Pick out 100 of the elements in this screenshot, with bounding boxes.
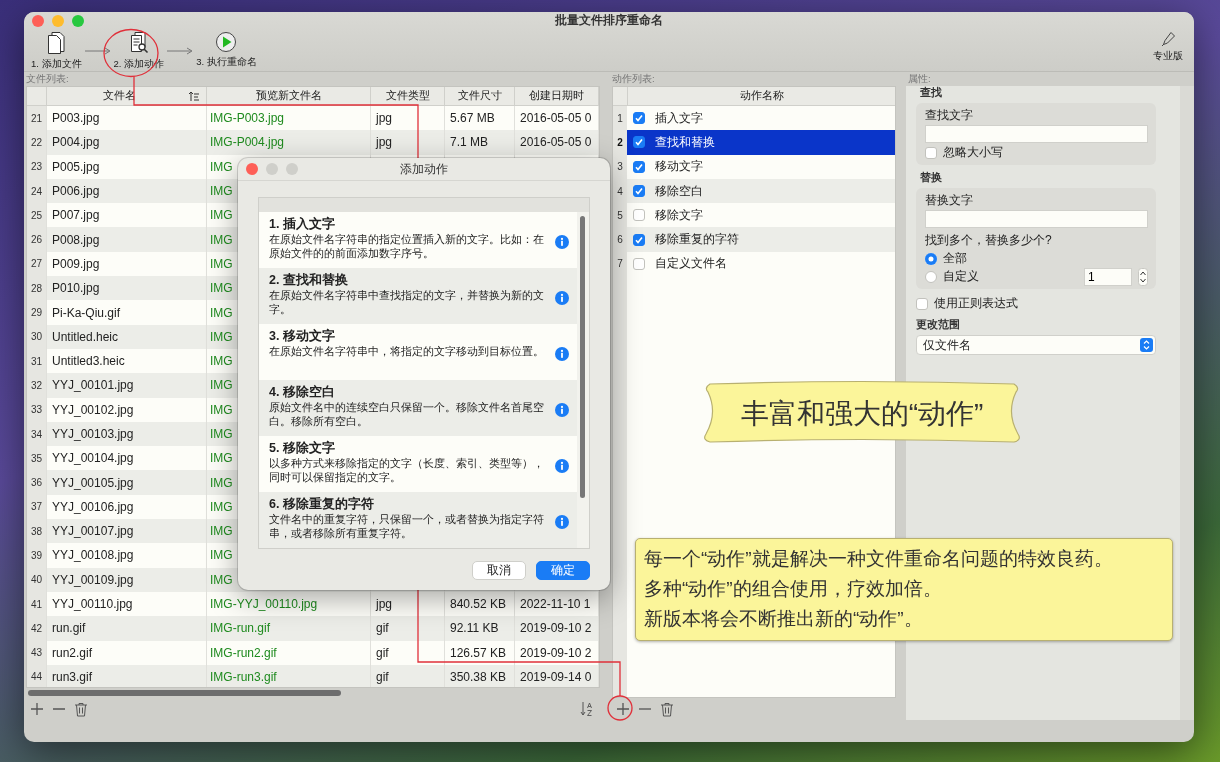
text-field[interactable] <box>925 125 1148 143</box>
add-icon[interactable] <box>616 702 630 716</box>
highlight-circle <box>607 695 633 721</box>
checkbox[interactable] <box>633 209 645 222</box>
trash-icon[interactable] <box>74 701 88 717</box>
row-number: 34 <box>27 421 47 447</box>
stepper-icon[interactable] <box>1138 267 1148 286</box>
info-icon[interactable] <box>555 235 569 249</box>
table-cell: Pi-Ka-Qiu.gif <box>47 300 207 325</box>
checkbox[interactable] <box>925 146 937 159</box>
info-icon[interactable] <box>555 291 569 305</box>
checkbox[interactable] <box>633 136 645 149</box>
action-row[interactable]: 6 移除重复的字符 <box>613 227 895 252</box>
step-arrow <box>84 47 111 55</box>
action-name: 移除空白 <box>655 182 703 200</box>
action-name: 移除文字 <box>655 206 703 224</box>
table-cell: YYJ_00103.jpg <box>47 421 207 447</box>
pen-icon[interactable] <box>1160 31 1176 47</box>
list-item[interactable]: 4. 移除空白 原始文件名中的连续空白只保留一个。移除文件名首尾空白。移除所有空白。 <box>259 380 577 436</box>
list-item[interactable]: 6. 移除重复的字符 文件名中的重复字符，只保留一个，或者替换为指定字符串，或者移除所有重复字符。 <box>259 492 577 548</box>
table-cell: 2016-05-05 0 <box>515 130 599 155</box>
documents-icon[interactable] <box>45 31 68 55</box>
action-row[interactable]: 4 移除空白 <box>613 178 895 204</box>
panel-label: 动作列表: <box>611 72 656 86</box>
section-heading: 替换 <box>920 171 943 185</box>
table-cell: YYJ_00107.jpg <box>47 519 207 544</box>
table-cell: 7.1 MB <box>445 130 515 155</box>
table-cell: IMG-run.gif <box>207 616 371 641</box>
column-header[interactable]: 动作名称 <box>739 89 784 103</box>
column-header[interactable]: 文件类型 <box>385 89 430 103</box>
action-title: 3. 移动文字 <box>269 328 336 344</box>
checkbox-label: 忽略大小写 <box>943 144 1003 161</box>
row-number: 44 <box>27 664 47 687</box>
action-row[interactable]: 5 移除文字 <box>613 203 895 228</box>
number-field[interactable]: 1 <box>1084 267 1132 286</box>
table-cell: IMG-P004.jpg <box>207 130 371 155</box>
row-number: 32 <box>27 373 47 398</box>
action-row[interactable]: 7 自定义文件名 <box>613 251 895 277</box>
dropdown[interactable]: 仅文件名 <box>916 335 1156 355</box>
text-field[interactable] <box>925 210 1148 228</box>
note-text: 多种“动作”的组合使用，疗效加倍。 <box>644 577 943 601</box>
column-header[interactable]: 文件尺寸 <box>457 89 502 103</box>
action-title: 4. 移除空白 <box>269 384 336 400</box>
table-cell: 126.57 KB <box>445 640 515 665</box>
info-icon[interactable] <box>555 403 569 417</box>
row-number: 22 <box>27 130 47 155</box>
table-cell: run3.gif <box>47 664 207 687</box>
radio-button[interactable] <box>925 252 937 265</box>
info-icon[interactable] <box>555 515 569 529</box>
checkbox[interactable] <box>916 297 928 310</box>
table-cell: IMG-run3.gif <box>207 664 371 687</box>
close-button[interactable] <box>32 14 44 27</box>
scrollbar-thumb[interactable] <box>580 216 585 498</box>
confirm-button[interactable]: 确定 <box>536 561 590 580</box>
row-number: 2 <box>613 130 627 155</box>
field-label: 查找文字 <box>925 107 974 124</box>
list-item[interactable]: 2. 查找和替换 在原始文件名字符串中查找指定的文字，并替换为新的文字。 <box>259 268 577 324</box>
section-heading: 查找 <box>920 86 943 100</box>
info-icon[interactable] <box>555 347 569 361</box>
radio-label: 全部 <box>943 250 967 267</box>
dialog-title: 添加动作 <box>400 160 448 178</box>
checkbox[interactable] <box>633 112 645 125</box>
table-cell: Untitled.heic <box>47 324 207 349</box>
cancel-button[interactable]: 取消 <box>472 561 526 580</box>
info-icon[interactable] <box>555 459 569 473</box>
add-icon[interactable] <box>30 702 44 716</box>
row-number: 30 <box>27 324 47 349</box>
radio-button[interactable] <box>925 270 937 283</box>
table-cell: gif <box>371 664 445 687</box>
toolbar-label[interactable]: 专业版 <box>1153 50 1183 63</box>
table-cell: 2019-09-10 2 <box>515 640 599 665</box>
action-row[interactable]: 2 查找和替换 <box>613 130 895 155</box>
scrollbar-thumb[interactable] <box>28 690 341 696</box>
column-header[interactable]: 预览新文件名 <box>255 89 322 103</box>
table-cell: jpg <box>371 130 445 155</box>
table-cell: gif <box>371 616 445 641</box>
sort-icon[interactable] <box>188 90 200 102</box>
trash-icon[interactable] <box>660 701 674 717</box>
table-cell: 350.38 KB <box>445 664 515 687</box>
toolbar-label[interactable]: 3. 执行重命名 <box>196 56 257 69</box>
checkbox[interactable] <box>633 160 645 173</box>
table-cell: run2.gif <box>47 640 207 665</box>
action-row[interactable]: 3 移动文字 <box>613 154 895 179</box>
row-number: 36 <box>27 470 47 495</box>
checkbox[interactable] <box>633 233 645 246</box>
checkbox[interactable] <box>633 257 645 270</box>
action-row[interactable]: 1 插入文字 <box>613 106 895 131</box>
column-header[interactable]: 创建日期时 <box>529 89 584 103</box>
table-cell: YYJ_00108.jpg <box>47 543 207 568</box>
checkbox[interactable] <box>633 185 645 198</box>
close-button[interactable] <box>246 163 258 175</box>
table-cell: P004.jpg <box>47 130 207 155</box>
table-cell: 2019-09-14 0 <box>515 664 599 687</box>
table-cell: P005.jpg <box>47 154 207 179</box>
action-name: 自定义文件名 <box>655 255 727 273</box>
table-cell: 92.11 KB <box>445 616 515 641</box>
panel-label: 文件列表: <box>25 72 70 86</box>
action-name: 查找和替换 <box>655 133 715 151</box>
toolbar-label[interactable]: 1. 添加文件 <box>31 58 82 71</box>
play-icon[interactable] <box>215 31 238 53</box>
